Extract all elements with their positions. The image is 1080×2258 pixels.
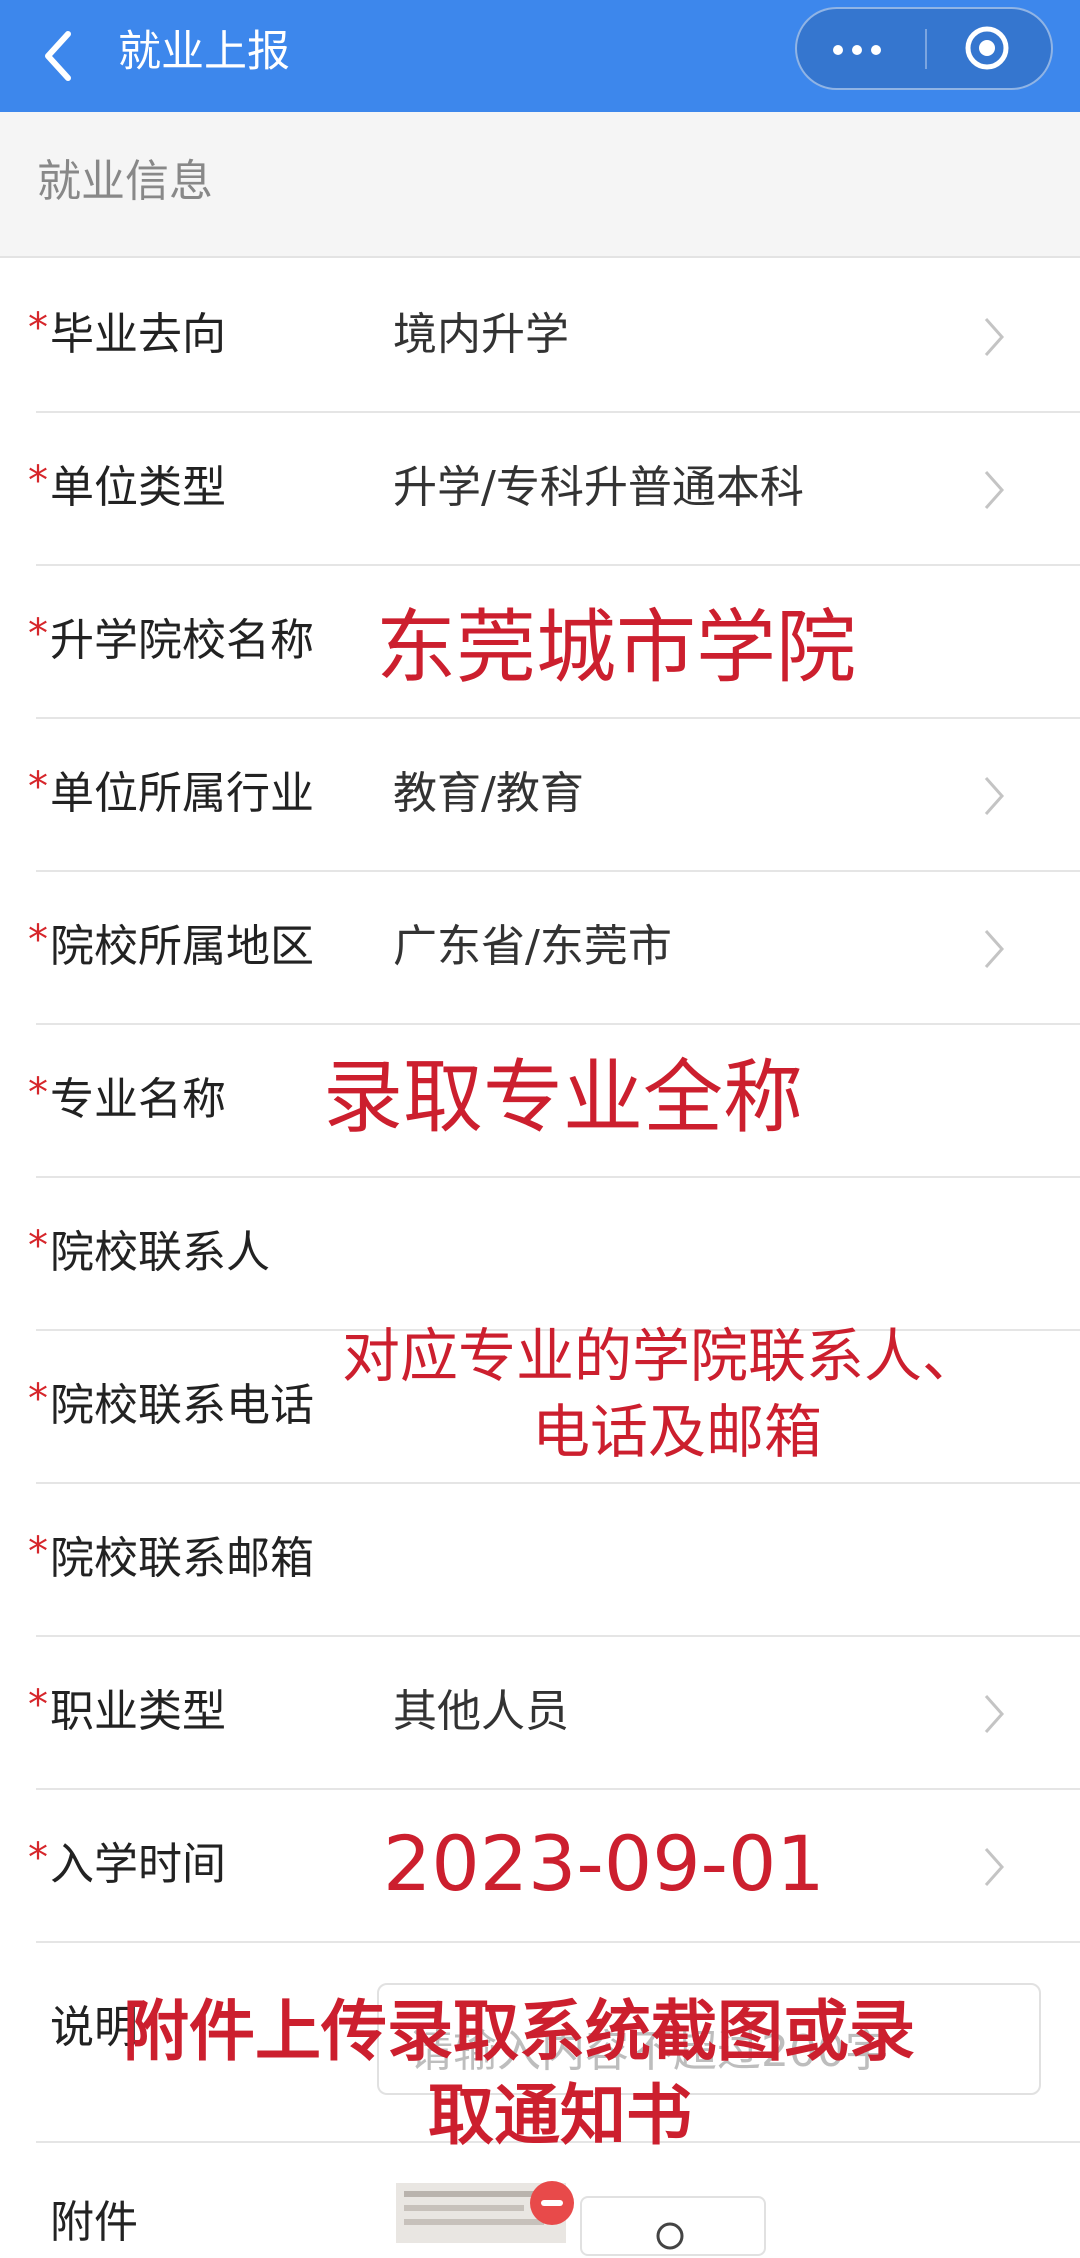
field-label: 专业名称 — [50, 1074, 226, 1125]
chevron-left-icon — [45, 31, 71, 81]
field-label: 院校联系电话 — [50, 1380, 314, 1431]
target-close-icon — [965, 26, 1009, 70]
add-attachment-button[interactable] — [580, 2196, 766, 2256]
field-value: 升学/专科升普通本科 — [393, 462, 804, 513]
field-value: 广东省/东莞市 — [393, 921, 672, 972]
required-star: * — [28, 305, 48, 351]
field-graduation-destination[interactable]: * 毕业去向 境内升学 — [0, 260, 1080, 413]
required-star: * — [28, 458, 48, 504]
chevron-right-icon — [982, 774, 1006, 818]
field-unit-type[interactable]: * 单位类型 升学/专科升普通本科 — [0, 413, 1080, 566]
section-title: 就业信息 — [37, 156, 213, 207]
minus-icon — [541, 2200, 563, 2206]
required-star: * — [28, 764, 48, 810]
required-star: * — [28, 917, 48, 963]
more-button[interactable] — [797, 9, 925, 88]
required-star: * — [28, 1682, 48, 1728]
annotation-school-name: 东莞城市学院 — [376, 601, 856, 694]
mini-program-capsule — [795, 7, 1053, 90]
annotation-contact-line1: 对应专业的学院联系人、 — [342, 1322, 981, 1390]
annotation-attach-line1: 附件上传录取系统截图或录 — [123, 1993, 915, 2070]
chevron-right-icon — [982, 468, 1006, 512]
field-occupation-type[interactable]: * 职业类型 其他人员 — [0, 1637, 1080, 1790]
chevron-right-icon — [982, 927, 1006, 971]
required-star: * — [28, 1070, 48, 1116]
required-star: * — [28, 1529, 48, 1575]
required-star: * — [28, 611, 48, 657]
field-label: 院校所属地区 — [50, 921, 314, 972]
chevron-right-icon — [982, 1692, 1006, 1736]
back-button[interactable] — [40, 26, 80, 86]
field-label: 院校联系人 — [50, 1227, 270, 1278]
more-dots-icon — [833, 45, 843, 55]
field-label: 单位类型 — [50, 462, 226, 513]
remove-attachment-button[interactable] — [530, 2181, 574, 2225]
required-star: * — [28, 1223, 48, 1269]
required-star: * — [28, 1376, 48, 1422]
annotation-attach-line2: 取通知书 — [428, 2077, 692, 2154]
section-header: 就业信息 — [0, 112, 1080, 258]
more-dot — [871, 45, 881, 55]
field-value: 境内升学 — [393, 309, 569, 360]
field-label: 职业类型 — [50, 1686, 226, 1737]
field-label: 单位所属行业 — [50, 768, 314, 819]
required-star: * — [28, 1835, 48, 1881]
page-title: 就业上报 — [118, 27, 290, 77]
annotation-contact-line2: 电话及邮箱 — [532, 1398, 823, 1466]
chevron-right-icon — [982, 1845, 1006, 1889]
annotation-major-name: 录取专业全称 — [323, 1051, 803, 1144]
annotation-enroll-date: 2023-09-01 — [383, 1819, 825, 1908]
field-school-region[interactable]: * 院校所属地区 广东省/东莞市 — [0, 872, 1080, 1025]
nav-bar: 就业上报 — [0, 0, 1080, 112]
field-school-email[interactable]: * 院校联系邮箱 — [0, 1484, 1080, 1637]
field-label: 院校联系邮箱 — [50, 1533, 314, 1584]
field-label: 毕业去向 — [50, 309, 226, 360]
more-dot — [852, 45, 862, 55]
close-mini-program-button[interactable] — [964, 25, 1010, 71]
field-label: 升学院校名称 — [50, 615, 314, 666]
capsule-divider — [925, 29, 927, 69]
field-label: 附件 — [50, 2197, 138, 2248]
field-school-contact[interactable]: * 院校联系人 — [0, 1178, 1080, 1331]
field-value: 教育/教育 — [393, 768, 584, 819]
field-value: 其他人员 — [393, 1686, 569, 1737]
chevron-right-icon — [982, 315, 1006, 359]
field-industry[interactable]: * 单位所属行业 教育/教育 — [0, 719, 1080, 872]
search-icon — [656, 2222, 684, 2250]
field-label: 入学时间 — [50, 1839, 226, 1890]
